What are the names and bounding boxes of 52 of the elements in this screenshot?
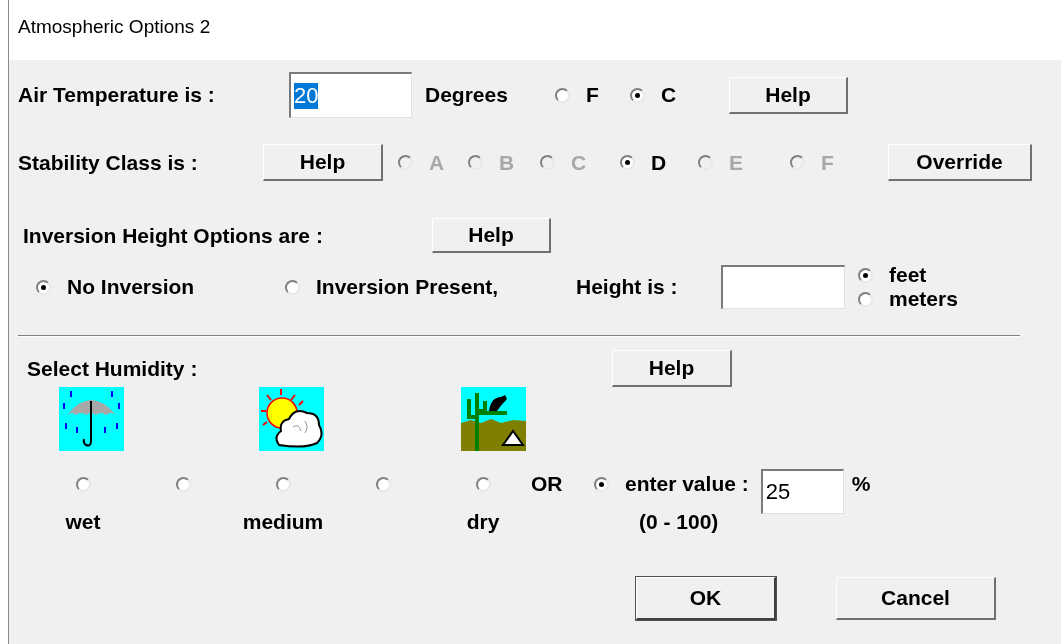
field-label: Height is : (576, 275, 679, 299)
radio-label: meters (889, 287, 958, 311)
input-field[interactable] (721, 265, 845, 309)
field-label: Air Temperature is : (18, 83, 216, 107)
radio-button[interactable] (475, 476, 491, 492)
radio-button[interactable] (285, 279, 300, 295)
radio-label: E (729, 150, 743, 175)
help-button[interactable]: Help (432, 218, 551, 253)
radio-button[interactable] (36, 279, 51, 295)
radio-label: D (651, 150, 667, 175)
input-field[interactable]: 25 (760, 469, 844, 514)
radio-label: C (661, 83, 677, 107)
radio-button[interactable] (555, 87, 570, 103)
radio-label: feet (889, 263, 927, 287)
radio-button[interactable] (275, 476, 291, 492)
window-title: Atmospheric Options 2 (18, 16, 211, 39)
cactus-icon (461, 387, 526, 451)
ok-button[interactable]: OK (636, 577, 776, 620)
help-button[interactable]: Help (729, 76, 848, 114)
input-field[interactable]: 20 (289, 72, 412, 118)
humidity-label: wet (65, 510, 101, 534)
sun-cloud-icon (259, 387, 324, 451)
radio-label: enter value : (625, 472, 749, 496)
radio-label: A (429, 150, 445, 175)
section-label: Inversion Height Options are : (23, 223, 324, 248)
radio-button[interactable] (175, 476, 191, 492)
field-label: Degrees (425, 83, 509, 107)
radio-label: Inversion Present, (316, 275, 499, 299)
radio-label: B (499, 150, 515, 175)
radio-label: F (821, 150, 834, 175)
section-label: Select Humidity : (27, 356, 199, 381)
radio-label: F (586, 83, 599, 107)
radio-button[interactable] (75, 476, 91, 492)
radio-button[interactable] (620, 155, 635, 170)
radio-button[interactable] (375, 476, 391, 492)
field-label: Stability Class is : (18, 150, 199, 175)
override-button[interactable]: Override (888, 144, 1032, 181)
help-button[interactable]: Help (612, 350, 732, 387)
radio-button[interactable] (594, 476, 609, 492)
cancel-button[interactable]: Cancel (836, 577, 996, 620)
humidity-label: dry (466, 510, 500, 534)
umbrella-icon (59, 387, 124, 451)
humidity-label: medium (242, 510, 324, 534)
radio-button[interactable] (630, 87, 645, 103)
help-button[interactable]: Help (263, 144, 383, 181)
or-label: OR (531, 472, 564, 496)
radio-button[interactable] (858, 291, 873, 307)
radio-label: No Inversion (67, 275, 195, 299)
radio-button[interactable] (858, 267, 873, 283)
range-label: (0 - 100) (639, 510, 719, 534)
radio-label: C (571, 150, 587, 175)
unit-label: % (851, 472, 871, 496)
